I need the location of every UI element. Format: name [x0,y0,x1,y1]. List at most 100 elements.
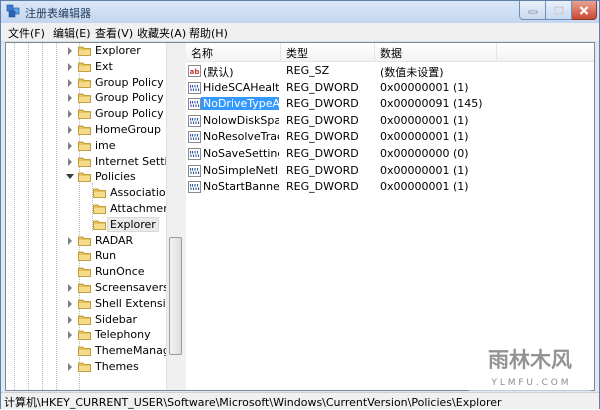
tree-item[interactable]: Attachments [6,201,166,217]
tree-item[interactable]: Run [6,248,166,264]
folder-icon [78,236,91,246]
tree-item-label: Group Policy [95,75,164,89]
menu-favorites[interactable]: 收藏夹(A) [137,25,186,41]
folder-icon [78,315,91,325]
collapsed-arrow-icon[interactable] [68,299,72,308]
collapsed-arrow-icon[interactable] [68,94,72,103]
folder-icon [78,125,91,135]
tree-item[interactable]: Explorer [6,216,166,233]
tree-item[interactable]: Ext [6,59,166,75]
collapsed-arrow-icon[interactable] [68,331,72,340]
tree-item-label: RunOnce [95,265,145,279]
column-type-header[interactable]: 类型 [286,45,308,61]
value-data: 0x00000001 (1) [380,113,469,127]
tree-item[interactable]: Screensavers [6,280,166,296]
folder-icon [78,362,91,372]
folder-icon [78,78,91,88]
tree-item-label: Run [95,249,117,263]
collapsed-arrow-icon[interactable] [68,236,72,245]
tree-scroll-thumb[interactable] [169,237,182,355]
value-row[interactable]: NoStartBanner REG_DWORD 0x00000001 (1) [186,179,594,195]
menu-edit[interactable]: 编辑(E) [53,25,91,41]
tree-item[interactable]: RunOnce [6,264,166,280]
tree-vertical-scrollbar[interactable] [166,43,183,390]
title-bar[interactable]: 注册表编辑器 [1,1,599,23]
tree-item-label: Policies [95,170,136,184]
value-data: 0x00000091 (145) [380,97,483,111]
value-data: 0x00000001 (1) [380,130,469,144]
tree-item-label: ThemeManage [95,344,166,358]
collapsed-arrow-icon[interactable] [68,110,72,119]
menu-view[interactable]: 查看(V) [95,25,133,41]
folder-icon [78,109,91,120]
collapsed-arrow-icon[interactable] [68,315,72,324]
value-row[interactable]: HideSCAHealth REG_DWORD 0x00000001 (1) [186,80,594,96]
folder-icon [78,62,91,72]
dword-value-icon [188,131,201,144]
maximize-button[interactable] [546,1,572,20]
value-row[interactable]: NoDriveTypeA... REG_DWORD 0x00000091 (145) [186,96,594,112]
tree-item[interactable]: Policies [6,169,166,185]
collapsed-arrow-icon[interactable] [68,126,72,134]
tree-item[interactable]: RADAR [6,233,166,249]
minimize-button[interactable] [519,1,546,20]
close-icon [579,5,589,15]
tree-item[interactable]: ime [6,138,166,154]
value-data: 0x00000001 (1) [380,163,469,177]
folder-icon [78,330,91,341]
folder-icon [78,172,91,183]
tree-item[interactable]: Shell Extensions [6,296,166,312]
menu-help[interactable]: 帮助(H) [189,25,228,41]
column-separator[interactable] [280,43,281,61]
tree-item[interactable]: Internet Setting [6,154,166,170]
collapsed-arrow-icon[interactable] [68,62,72,71]
folder-icon [78,251,91,262]
tree-item-label: Group Policy Ed [95,91,166,105]
tree-item[interactable]: HomeGroup [6,122,166,138]
value-row[interactable]: NoResolveTrack REG_DWORD 0x00000001 (1) [186,129,594,145]
value-row[interactable]: ab (默认) REG_SZ (数值未设置) [186,63,594,79]
watermark-logo: 雨林木风 Y L M F U . C O M [467,341,593,391]
tree-item[interactable]: Sidebar [6,312,166,328]
value-type: REG_SZ [286,64,330,77]
tree-item-label: Associations [110,186,166,200]
column-name-header[interactable]: 名称 [191,45,213,61]
value-row[interactable]: NoSaveSettings REG_DWORD 0x00000000 (0) [186,146,594,162]
column-data-header[interactable]: 数据 [380,45,402,61]
tree-item[interactable]: Telephony [6,327,166,343]
collapsed-arrow-icon[interactable] [68,157,72,166]
tree-item-label: Telephony [95,328,151,342]
registry-editor-icon [6,4,20,18]
column-separator[interactable] [496,43,497,61]
tree-item[interactable]: Themes [6,359,166,375]
folder-icon [93,204,106,214]
tree-item[interactable]: Explorer [6,43,166,59]
tree-item-label: ime [95,138,116,152]
expanded-arrow-icon[interactable] [66,174,74,180]
tree-item-label: Ext [95,59,113,73]
collapsed-arrow-icon[interactable] [68,47,72,55]
menu-file[interactable]: 文件(F) [8,25,45,41]
tree-item[interactable]: Group Policy O [6,106,166,122]
collapsed-arrow-icon[interactable] [68,78,72,87]
status-bar: 计算机\HKEY_CURRENT_USER\Software\Microsoft… [1,392,599,409]
folder-icon [78,93,91,104]
value-data: 0x00000001 (1) [380,180,469,194]
value-row[interactable]: NolowDiskSpa... REG_DWORD 0x00000001 (1) [186,113,594,129]
close-button[interactable] [572,1,597,20]
tree-item[interactable]: ThemeManage [6,343,166,359]
dword-value-icon [188,98,201,111]
collapsed-arrow-icon[interactable] [68,363,72,371]
dword-value-icon [188,181,201,194]
key-tree[interactable]: Explorer Ext Group Policy Group Policy Ed Gr… [6,43,166,390]
value-type: REG_DWORD [286,163,359,177]
collapsed-arrow-icon[interactable] [68,141,72,150]
tree-item[interactable]: Group Policy [6,75,166,91]
tree-item[interactable]: Associations [6,185,166,201]
collapsed-arrow-icon[interactable] [68,284,72,292]
column-separator[interactable] [374,43,375,61]
maximize-icon [553,5,564,15]
value-row[interactable]: NoSimpleNetI... REG_DWORD 0x00000001 (1) [186,163,594,179]
tree-item[interactable]: Group Policy Ed [6,90,166,106]
tree-item-label: HomeGroup [95,123,161,136]
